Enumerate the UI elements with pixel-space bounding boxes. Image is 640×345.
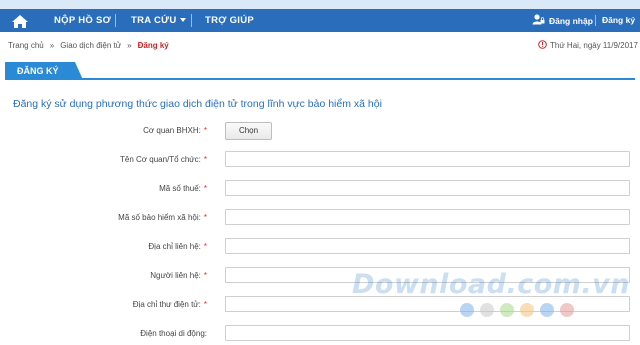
field-label-ma-so-bhxh: Mã số bảo hiểm xã hội: * (118, 213, 207, 222)
field-label-email: Địa chỉ thư điện tử: * (132, 300, 207, 309)
watermark-dots (460, 303, 574, 317)
nav-nop-ho-so[interactable]: NỘP HỒ SƠ (54, 15, 111, 26)
field-label-nguoi-lien-he: Người liên hệ: * (150, 271, 207, 280)
tab-dang-ky[interactable]: ĐĂNG KÝ (5, 62, 75, 80)
tab-tail (75, 62, 83, 80)
current-date: Thứ Hai, ngày 11/9/2017 (538, 40, 638, 51)
watermark-dot (500, 303, 514, 317)
choose-agency-button[interactable]: Chọn (225, 122, 272, 140)
watermark-dot (560, 303, 574, 317)
nav-tra-cuu[interactable]: TRA CỨU (131, 15, 186, 26)
breadcrumb-parent[interactable]: Giao dịch điện tử (60, 41, 121, 50)
nav-divider (595, 15, 596, 26)
register-link[interactable]: Đăng ký (602, 15, 635, 25)
organization-name-input[interactable] (225, 151, 630, 167)
breadcrumb: Trang chủ » Giao dịch điện tử » Đăng ký (8, 41, 169, 50)
user-lock-icon (532, 14, 545, 27)
nav-tro-giup[interactable]: TRỢ GIÚP (205, 15, 254, 26)
section-tabbar: ĐĂNG KÝ (5, 62, 635, 80)
breadcrumb-separator: » (49, 41, 55, 50)
watermark-dot (460, 303, 474, 317)
top-navbar: NỘP HỒ SƠ TRA CỨU TRỢ GIÚP Đăng nhập Đăn… (0, 0, 640, 32)
home-icon[interactable] (10, 13, 30, 29)
field-label-dia-chi: Địa chỉ liên hệ: * (148, 242, 207, 251)
nav-divider (115, 14, 116, 27)
field-label-dien-thoai: Điện thoại di động: (140, 329, 207, 338)
watermark: Download.com.vn (352, 269, 631, 300)
mobile-phone-input[interactable] (225, 325, 630, 341)
tax-code-input[interactable] (225, 180, 630, 196)
login-label: Đăng nhập (549, 15, 593, 26)
social-insurance-code-input[interactable] (225, 209, 630, 225)
watermark-dot (520, 303, 534, 317)
form-title: Đăng ký sử dụng phương thức giao dịch đi… (13, 98, 382, 110)
login-link[interactable]: Đăng nhập (532, 14, 593, 27)
breadcrumb-separator: » (127, 41, 132, 50)
date-text: Thứ Hai, ngày 11/9/2017 (550, 41, 638, 50)
clock-alert-icon (538, 40, 547, 51)
address-input[interactable] (225, 238, 630, 254)
breadcrumb-home[interactable]: Trang chủ (8, 41, 44, 50)
field-label-co-quan-bhxh: Cơ quan BHXH: * (143, 126, 207, 135)
field-label-ten-co-quan: Tên Cơ quan/Tổ chức: * (120, 155, 207, 164)
nav-tra-cuu-label: TRA CỨU (131, 15, 177, 26)
caret-down-icon (179, 18, 186, 22)
watermark-dot (480, 303, 494, 317)
field-label-ma-so-thue: Mã số thuế: * (159, 184, 207, 193)
nav-divider (191, 14, 192, 27)
watermark-dot (540, 303, 554, 317)
breadcrumb-current: Đăng ký (137, 41, 169, 50)
